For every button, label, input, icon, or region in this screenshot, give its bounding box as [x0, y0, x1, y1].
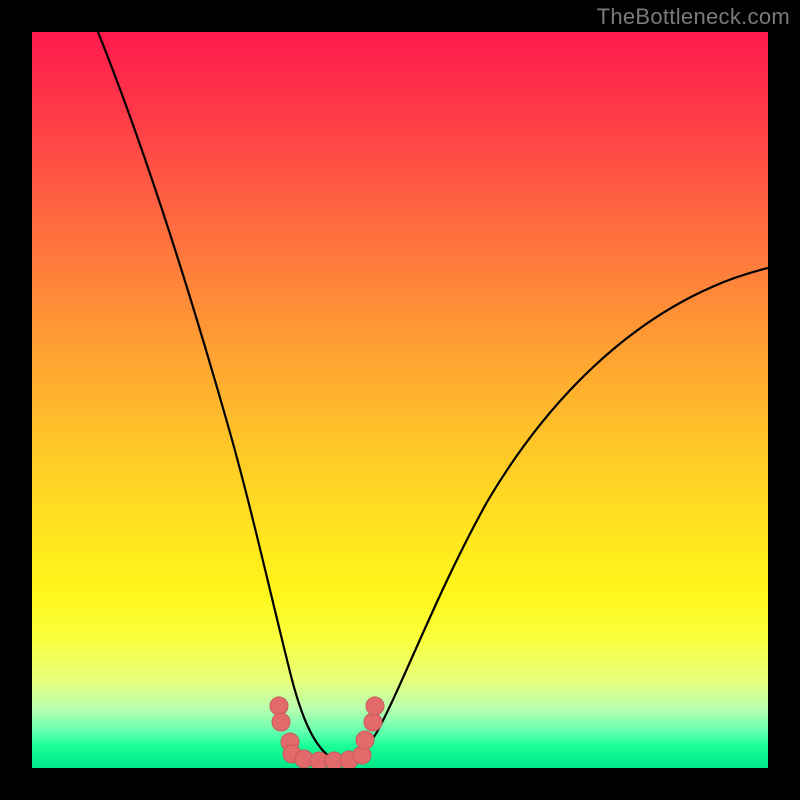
curve-layer	[32, 32, 768, 768]
bottleneck-curve	[98, 32, 768, 761]
marker-dot	[366, 697, 384, 715]
marker-dot	[270, 697, 288, 715]
plot-area	[32, 32, 768, 768]
marker-dot	[364, 713, 382, 731]
curve-left-branch	[98, 32, 342, 761]
marker-dot	[272, 713, 290, 731]
watermark-text: TheBottleneck.com	[597, 4, 790, 30]
chart-frame: TheBottleneck.com	[0, 0, 800, 800]
curve-right-branch	[342, 268, 768, 761]
marker-cluster	[270, 697, 384, 768]
marker-dot	[356, 731, 374, 749]
